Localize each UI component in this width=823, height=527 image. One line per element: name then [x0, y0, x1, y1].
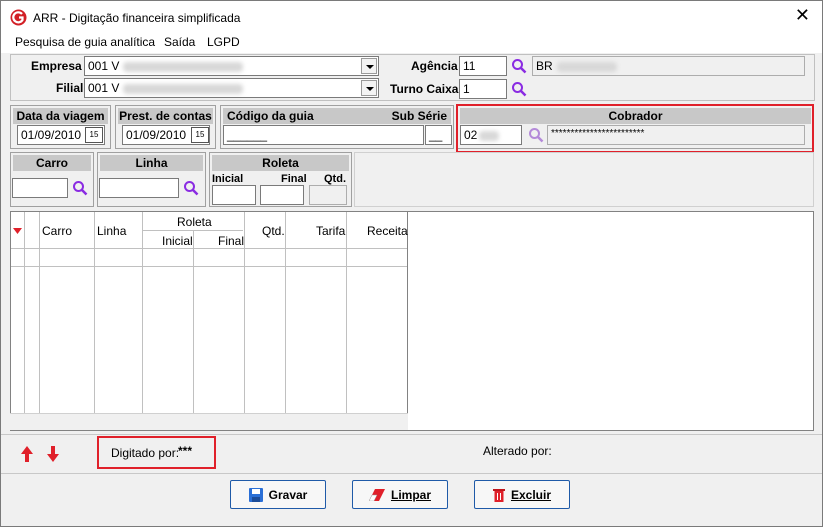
carro-input[interactable] [12, 178, 68, 198]
col-inicial[interactable]: Inicial [162, 234, 193, 248]
carro-search-icon[interactable] [72, 180, 88, 196]
move-up-icon[interactable] [21, 446, 33, 462]
sub-serie-input[interactable]: __ [425, 125, 452, 145]
menu-pesquisa-guia[interactable]: Pesquisa de guia analítica [15, 35, 155, 49]
roleta-inicial-label: Inicial [212, 173, 244, 185]
roleta-inicial-input[interactable] [212, 185, 256, 205]
roleta-final-label: Final [281, 173, 307, 185]
data-viagem-label: Data da viagem [13, 108, 108, 124]
linha-input[interactable] [99, 178, 179, 198]
entries-grid[interactable]: Carro Linha Roleta Inicial Final Qtd. Ta… [10, 211, 408, 431]
turno-caixa-label: Turno Caixa [390, 82, 459, 96]
move-down-icon[interactable] [47, 446, 59, 462]
empresa-label: Empresa [31, 59, 82, 73]
roleta-label: Roleta [212, 155, 349, 171]
roleta-qtd-label: Qtd. [324, 173, 346, 185]
linha-search-icon[interactable] [183, 180, 199, 196]
eraser-icon [368, 488, 385, 501]
window-title: ARR - Digitação financeira simplificada [33, 11, 241, 25]
alterado-por-label: Alterado por: [483, 444, 552, 458]
grid-empty-area [408, 211, 814, 431]
agencia-input[interactable]: 11 [459, 56, 507, 76]
grid-horizontal-scrollbar[interactable] [10, 413, 408, 430]
roleta-qtd-input [309, 185, 347, 205]
filial-select[interactable]: 001 V [84, 78, 379, 98]
col-qtd[interactable]: Qtd. [262, 224, 285, 238]
empresa-select[interactable]: 001 V [84, 56, 379, 76]
agencia-search-icon[interactable] [511, 58, 527, 74]
col-linha[interactable]: Linha [97, 224, 126, 238]
roleta-final-input[interactable] [260, 185, 304, 205]
filial-label: Filial [56, 81, 84, 95]
limpar-button[interactable]: Limpar [352, 480, 448, 509]
filial-dropdown-icon[interactable] [361, 80, 377, 96]
col-roleta: Roleta [177, 215, 212, 229]
gravar-button[interactable]: Gravar [230, 480, 326, 509]
menu-lgpd[interactable]: LGPD [207, 35, 240, 49]
col-tarifa[interactable]: Tarifa [316, 224, 345, 238]
col-receita[interactable]: Receita [367, 224, 408, 238]
linha-label: Linha [100, 155, 203, 171]
turno-search-icon[interactable] [511, 81, 527, 97]
menu-bar: Pesquisa de guia analítica Saída LGPD [1, 31, 822, 53]
sort-indicator-icon [13, 228, 22, 234]
app-logo-icon [10, 9, 27, 26]
col-final[interactable]: Final [218, 234, 244, 248]
agencia-label: Agência [411, 59, 458, 73]
digitado-por-value: *** [178, 444, 193, 458]
turno-caixa-input[interactable]: 1 [459, 79, 507, 99]
digitado-por-label: Digitado por: [111, 446, 180, 460]
agencia-description: BR [532, 56, 805, 76]
carro-label: Carro [13, 155, 91, 171]
save-icon [248, 487, 263, 502]
codigo-guia-input[interactable]: ______ [223, 125, 424, 145]
excluir-button[interactable]: Excluir [474, 480, 570, 509]
main-window: ARR - Digitação financeira simplificada … [0, 0, 823, 527]
prest-contas-calendar-icon[interactable]: 15 [191, 127, 209, 143]
sub-serie-label: Sub Série [391, 109, 447, 123]
col-carro[interactable]: Carro [42, 224, 72, 238]
close-icon[interactable]: ✕ [795, 6, 810, 24]
prest-contas-label: Prest. de contas [118, 108, 213, 124]
cobrador-highlight [456, 104, 814, 153]
trash-icon [492, 488, 505, 502]
empresa-dropdown-icon[interactable] [361, 58, 377, 74]
menu-saida[interactable]: Saída [164, 35, 195, 49]
title-bar: ARR - Digitação financeira simplificada … [1, 1, 822, 31]
data-viagem-calendar-icon[interactable]: 15 [85, 127, 103, 143]
blank-panel [354, 152, 814, 207]
